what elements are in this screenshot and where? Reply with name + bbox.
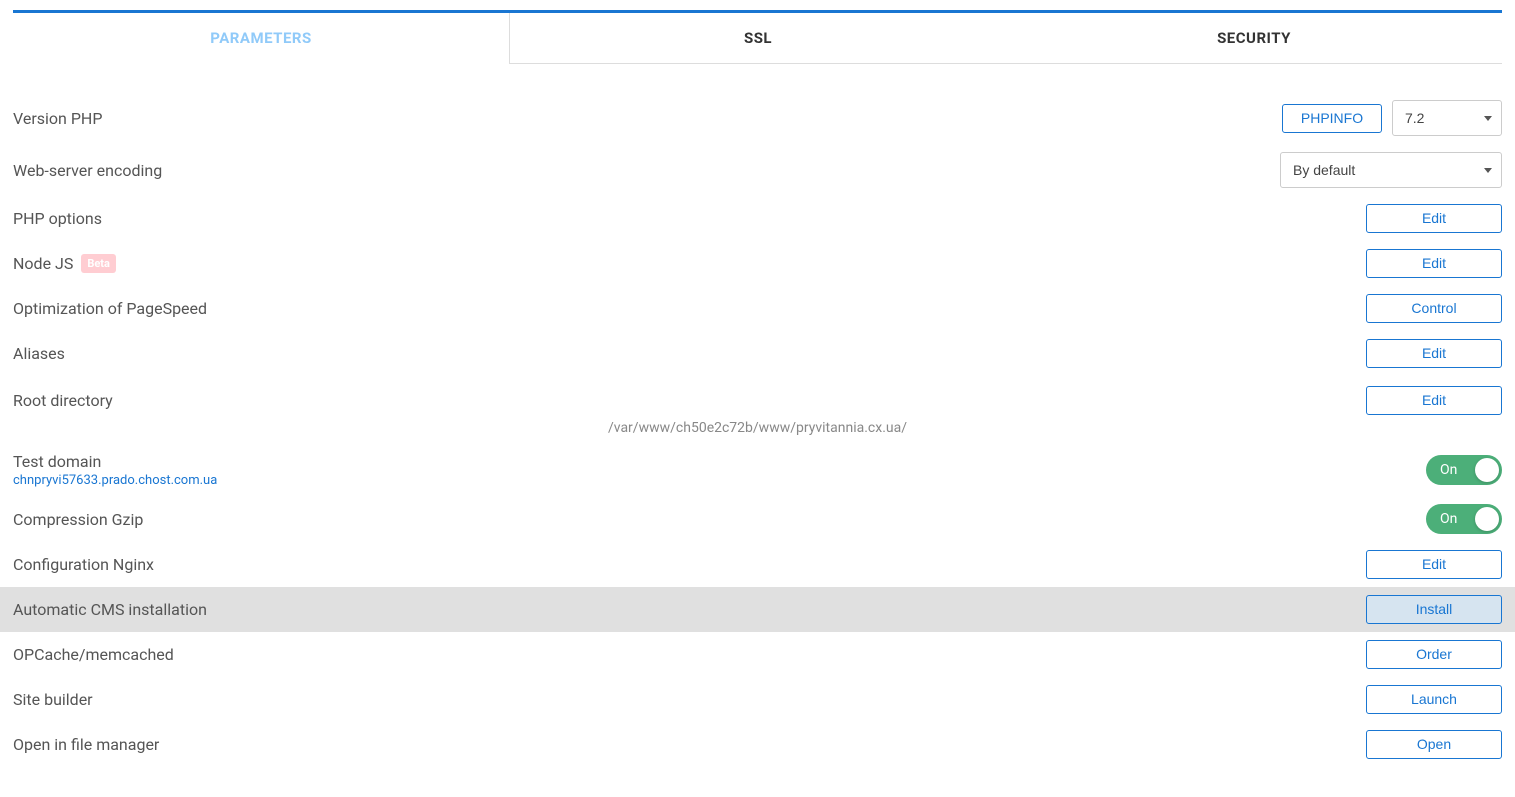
node-js-edit-button[interactable]: Edit bbox=[1366, 249, 1502, 278]
label-web-server-encoding: Web-server encoding bbox=[13, 161, 162, 180]
encoding-select[interactable]: By default bbox=[1280, 152, 1502, 188]
aliases-edit-button[interactable]: Edit bbox=[1366, 339, 1502, 368]
label-file-manager: Open in file manager bbox=[13, 735, 159, 754]
row-test-domain: Test domain chnpryvi57633.prado.chost.co… bbox=[13, 444, 1502, 496]
row-php-options: PHP options Edit bbox=[13, 196, 1502, 241]
row-web-server-encoding: Web-server encoding By default bbox=[13, 144, 1502, 196]
php-version-select[interactable]: 7.2 bbox=[1392, 100, 1502, 136]
phpinfo-button[interactable]: PHPINFO bbox=[1282, 104, 1382, 133]
row-pagespeed: Optimization of PageSpeed Control bbox=[13, 286, 1502, 331]
label-cms-installation: Automatic CMS installation bbox=[13, 600, 207, 619]
tab-parameters[interactable]: PARAMETERS bbox=[13, 13, 510, 64]
label-opcache: OPCache/memcached bbox=[13, 645, 174, 664]
row-aliases: Aliases Edit bbox=[13, 331, 1502, 376]
label-version-php: Version PHP bbox=[13, 109, 102, 128]
label-test-domain: Test domain bbox=[13, 452, 101, 471]
tab-ssl[interactable]: SSL bbox=[510, 13, 1006, 64]
nginx-edit-button[interactable]: Edit bbox=[1366, 550, 1502, 579]
row-node-js: Node JS Beta Edit bbox=[13, 241, 1502, 286]
row-compression-gzip: Compression Gzip On bbox=[13, 496, 1502, 542]
label-pagespeed: Optimization of PageSpeed bbox=[13, 299, 207, 318]
label-configuration-nginx: Configuration Nginx bbox=[13, 555, 154, 574]
row-file-manager: Open in file manager Open bbox=[13, 722, 1502, 767]
test-domain-link[interactable]: chnpryvi57633.prado.chost.com.ua bbox=[13, 473, 217, 488]
beta-badge: Beta bbox=[81, 254, 116, 273]
row-version-php: Version PHP PHPINFO 7.2 bbox=[13, 92, 1502, 144]
label-php-options: PHP options bbox=[13, 209, 102, 228]
site-builder-launch-button[interactable]: Launch bbox=[1366, 685, 1502, 714]
label-node-js: Node JS bbox=[13, 254, 73, 273]
php-options-edit-button[interactable]: Edit bbox=[1366, 204, 1502, 233]
file-manager-open-button[interactable]: Open bbox=[1366, 730, 1502, 759]
label-site-builder: Site builder bbox=[13, 690, 93, 709]
pagespeed-control-button[interactable]: Control bbox=[1366, 294, 1502, 323]
label-root-directory: Root directory bbox=[13, 391, 113, 410]
row-root-directory: Root directory Edit bbox=[13, 376, 1502, 416]
toggle-knob bbox=[1475, 458, 1499, 482]
tabs: PARAMETERS SSL SECURITY bbox=[13, 10, 1502, 64]
root-directory-edit-button[interactable]: Edit bbox=[1366, 386, 1502, 415]
root-directory-path: /var/www/ch50e2c72b/www/pryvitannia.cx.u… bbox=[13, 420, 1502, 436]
row-site-builder: Site builder Launch bbox=[13, 677, 1502, 722]
opcache-order-button[interactable]: Order bbox=[1366, 640, 1502, 669]
row-cms-installation: Automatic CMS installation Install bbox=[0, 587, 1515, 632]
row-opcache: OPCache/memcached Order bbox=[13, 632, 1502, 677]
test-domain-toggle[interactable]: On bbox=[1426, 455, 1502, 485]
label-aliases: Aliases bbox=[13, 344, 65, 363]
cms-install-button[interactable]: Install bbox=[1366, 595, 1502, 624]
label-compression-gzip: Compression Gzip bbox=[13, 510, 143, 529]
toggle-label: On bbox=[1440, 462, 1457, 478]
toggle-knob bbox=[1475, 507, 1499, 531]
tab-security[interactable]: SECURITY bbox=[1006, 13, 1502, 64]
gzip-toggle[interactable]: On bbox=[1426, 504, 1502, 534]
row-configuration-nginx: Configuration Nginx Edit bbox=[13, 542, 1502, 587]
toggle-label: On bbox=[1440, 511, 1457, 527]
